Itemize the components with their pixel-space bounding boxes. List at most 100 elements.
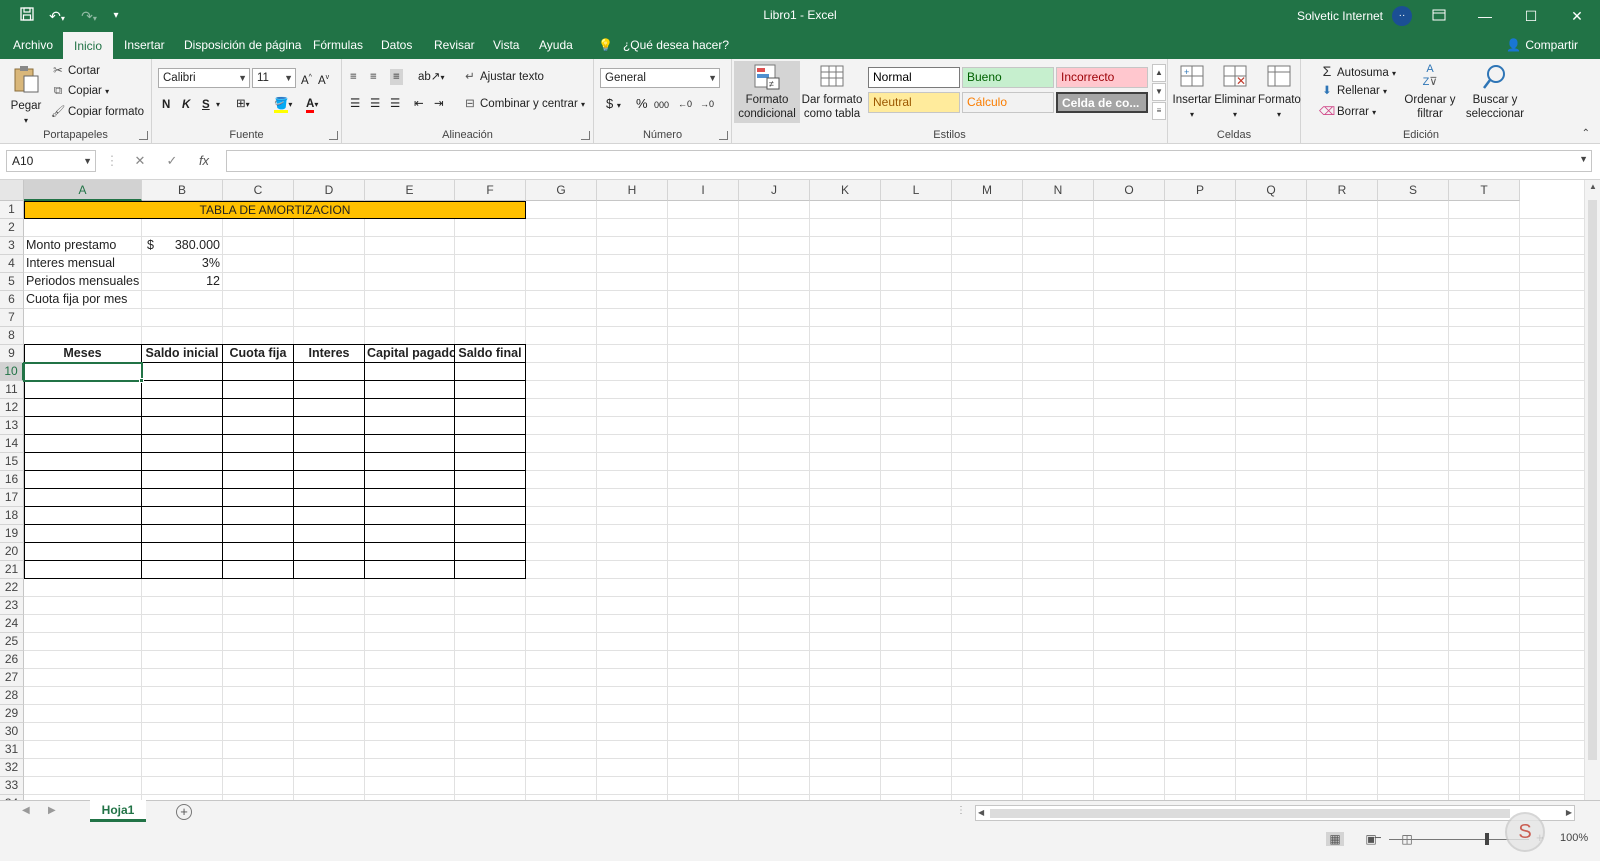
font-family-select[interactable]: Calibri ▼ (158, 68, 250, 88)
table-cell[interactable] (365, 381, 455, 399)
style-calculo[interactable]: Cálculo (962, 92, 1054, 113)
row-header-5[interactable]: 5 (0, 273, 24, 291)
tab-revisar[interactable]: Revisar (423, 32, 486, 59)
table-cell[interactable] (294, 525, 365, 543)
table-header-cell[interactable]: Meses (24, 345, 142, 363)
clipboard-launcher-icon[interactable] (139, 131, 148, 140)
percent-icon[interactable]: % (636, 96, 648, 112)
table-cell[interactable] (223, 453, 294, 471)
decrease-decimal-icon[interactable]: →0 (700, 96, 714, 112)
sort-filter-button[interactable]: A Z⊽ Ordenar y filtrar (1401, 63, 1459, 121)
row-header-24[interactable]: 24 (0, 615, 24, 633)
table-cell[interactable] (223, 417, 294, 435)
table-header-cell[interactable]: Cuota fija (223, 345, 294, 363)
param-label-periodos[interactable]: Periodos mensuales (24, 273, 142, 291)
align-middle-icon[interactable]: ≡ (370, 69, 377, 85)
column-header-h[interactable]: H (597, 180, 668, 201)
table-cell[interactable] (455, 381, 526, 399)
font-size-select[interactable]: 11 ▼ (252, 68, 296, 88)
tab-inicio[interactable]: Inicio (63, 32, 114, 59)
column-header-c[interactable]: C (223, 180, 294, 201)
tab-disposicion[interactable]: Disposición de página (173, 32, 312, 59)
name-box[interactable]: A10 ▼ (6, 150, 96, 172)
table-cell[interactable] (24, 435, 142, 453)
column-header-d[interactable]: D (294, 180, 365, 201)
table-cell[interactable] (223, 561, 294, 579)
row-header-3[interactable]: 3 (0, 237, 24, 255)
table-cell[interactable] (294, 507, 365, 525)
table-cell[interactable] (455, 435, 526, 453)
bold-button[interactable]: N (162, 97, 170, 113)
row-header-8[interactable]: 8 (0, 327, 24, 345)
table-cell[interactable] (24, 399, 142, 417)
next-sheet-icon[interactable]: ▶ (48, 805, 56, 816)
save-icon[interactable] (18, 7, 36, 25)
fill-button[interactable]: ⬇ Rellenar ▾ (1319, 83, 1387, 100)
row-header-28[interactable]: 28 (0, 687, 24, 705)
collapse-ribbon-icon[interactable]: ⌃ (1582, 128, 1590, 139)
table-cell[interactable] (142, 525, 223, 543)
table-cell[interactable] (142, 435, 223, 453)
row-header-18[interactable]: 18 (0, 507, 24, 525)
table-cell[interactable] (223, 489, 294, 507)
table-cell[interactable] (24, 417, 142, 435)
sheet-title-cell[interactable]: TABLA DE AMORTIZACION (24, 201, 526, 219)
orientation-icon[interactable]: ab↗▾ (418, 69, 444, 86)
table-header-cell[interactable]: Capital pagado (365, 345, 455, 363)
table-cell[interactable] (223, 507, 294, 525)
column-header-e[interactable]: E (365, 180, 455, 201)
table-cell[interactable] (365, 489, 455, 507)
row-header-11[interactable]: 11 (0, 381, 24, 399)
close-icon[interactable]: ✕ (1554, 0, 1600, 32)
table-cell[interactable] (294, 381, 365, 399)
column-header-o[interactable]: O (1094, 180, 1165, 201)
decrease-indent-icon[interactable]: ⇤ (414, 96, 424, 112)
param-label-cuota[interactable]: Cuota fija por mes (24, 291, 164, 309)
table-cell[interactable] (365, 543, 455, 561)
style-neutral[interactable]: Neutral (868, 92, 960, 113)
customize-qat-icon[interactable]: ▾ (108, 7, 124, 25)
prev-sheet-icon[interactable]: ◀ (22, 805, 30, 816)
number-launcher-icon[interactable] (719, 131, 728, 140)
row-header-26[interactable]: 26 (0, 651, 24, 669)
currency-icon[interactable]: $ ▾ (606, 96, 621, 114)
row-header-23[interactable]: 23 (0, 597, 24, 615)
table-cell[interactable] (223, 363, 294, 381)
row-header-27[interactable]: 27 (0, 669, 24, 687)
cancel-icon[interactable]: ✕ (130, 152, 150, 170)
table-cell[interactable] (294, 417, 365, 435)
table-cell[interactable] (24, 507, 142, 525)
vertical-scroll-thumb[interactable] (1588, 200, 1597, 760)
scroll-right-icon[interactable]: ▶ (1566, 806, 1572, 820)
column-header-q[interactable]: Q (1236, 180, 1307, 201)
row-header-25[interactable]: 25 (0, 633, 24, 651)
row-header-21[interactable]: 21 (0, 561, 24, 579)
table-cell[interactable] (455, 471, 526, 489)
row-header-22[interactable]: 22 (0, 579, 24, 597)
table-cell[interactable] (223, 543, 294, 561)
insert-function-icon[interactable]: fx (194, 152, 214, 170)
row-header-1[interactable]: 1 (0, 201, 24, 219)
table-cell[interactable] (455, 453, 526, 471)
delete-cells-button[interactable]: ✕ Eliminar ▾ (1214, 63, 1256, 122)
style-celda-comprobacion[interactable]: Celda de co... (1056, 92, 1148, 113)
column-header-f[interactable]: F (455, 180, 526, 201)
zoom-level[interactable]: 100% (1560, 832, 1588, 844)
param-value-interes[interactable]: 3% (142, 255, 223, 273)
table-cell[interactable] (142, 399, 223, 417)
row-header-12[interactable]: 12 (0, 399, 24, 417)
table-cell[interactable] (223, 525, 294, 543)
table-cell[interactable] (455, 399, 526, 417)
column-header-s[interactable]: S (1378, 180, 1449, 201)
copy-button[interactable]: ⧉ Copiar ▾ (50, 83, 109, 100)
font-color-icon[interactable]: A▾ (306, 96, 318, 113)
sheet-tab-hoja1[interactable]: Hoja1 (90, 800, 146, 822)
conditional-format-button[interactable]: ≠ Formato condicional (734, 61, 800, 123)
column-header-n[interactable]: N (1023, 180, 1094, 201)
tab-insertar[interactable]: Insertar (113, 32, 176, 59)
row-header-2[interactable]: 2 (0, 219, 24, 237)
column-header-k[interactable]: K (810, 180, 881, 201)
insert-cells-button[interactable]: + Insertar ▾ (1172, 63, 1212, 122)
column-header-p[interactable]: P (1165, 180, 1236, 201)
underline-dropdown-icon[interactable]: ▾ (216, 97, 220, 113)
